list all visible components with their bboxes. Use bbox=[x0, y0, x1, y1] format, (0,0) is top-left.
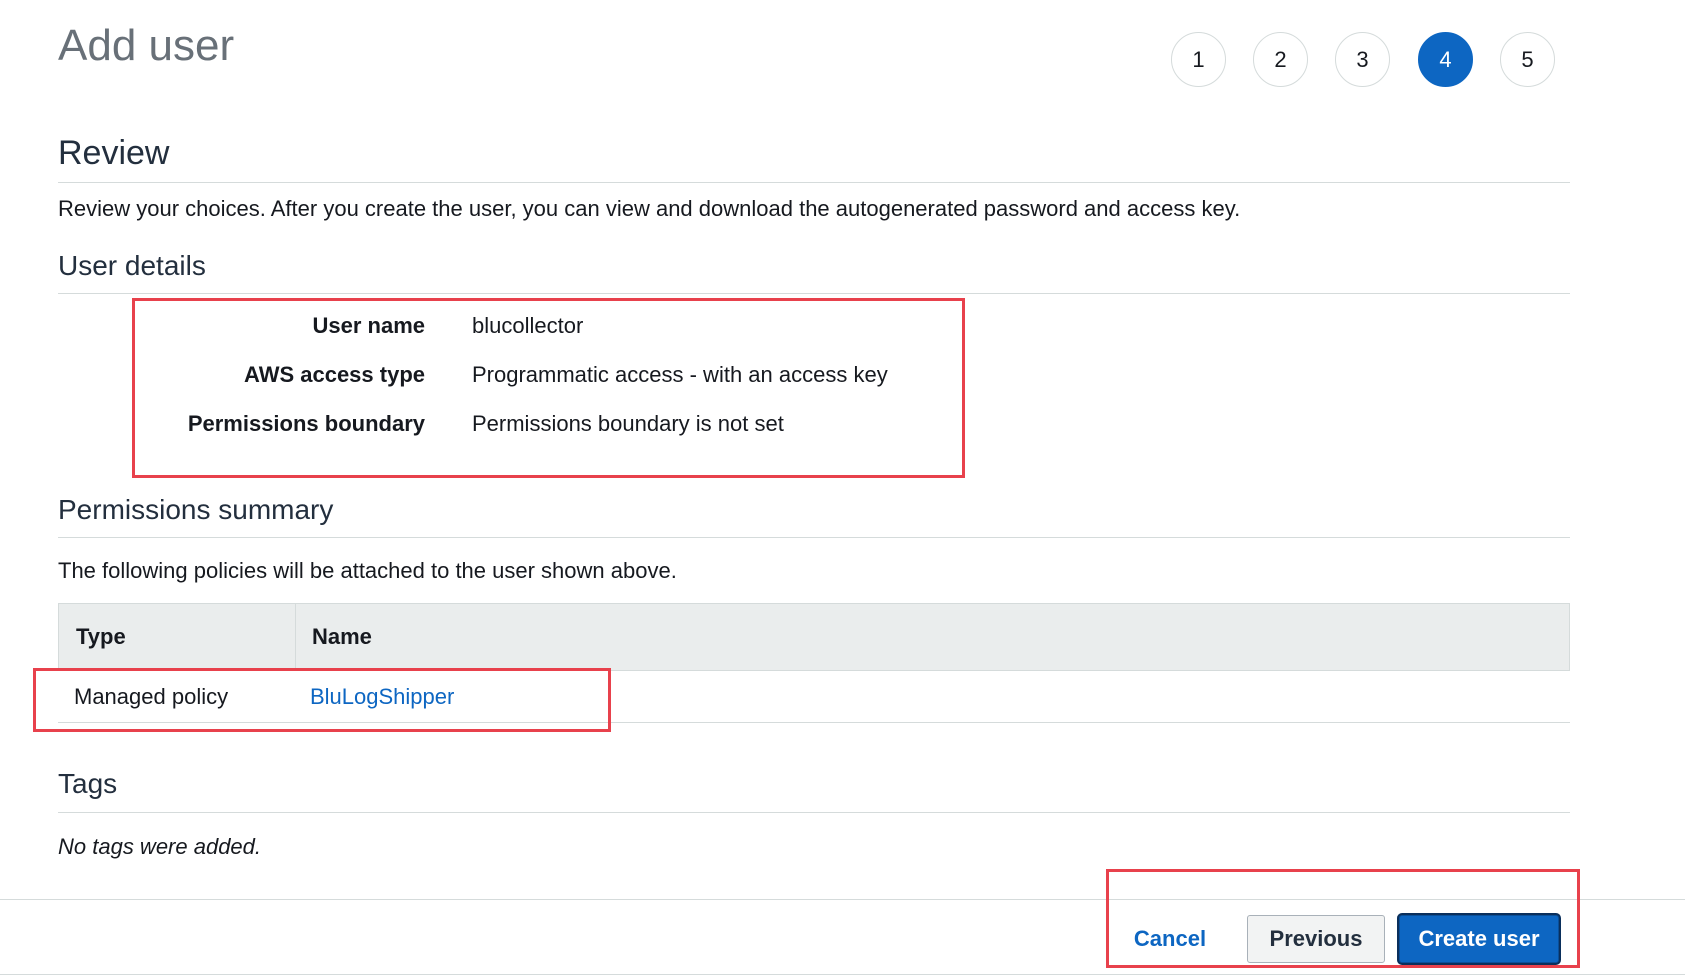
step-1[interactable]: 1 bbox=[1171, 32, 1226, 87]
step-5: 5 bbox=[1500, 32, 1555, 87]
divider bbox=[58, 182, 1570, 183]
column-header-name[interactable]: Name bbox=[312, 624, 372, 650]
column-header-type[interactable]: Type bbox=[76, 624, 126, 650]
divider bbox=[58, 537, 1570, 538]
divider bbox=[58, 812, 1570, 813]
footer-buttons-highlight bbox=[1106, 869, 1580, 968]
page-title: Add user bbox=[58, 21, 235, 70]
step-4-active: 4 bbox=[1418, 32, 1473, 87]
step-3[interactable]: 3 bbox=[1335, 32, 1390, 87]
user-details-heading: User details bbox=[58, 250, 206, 281]
step-2[interactable]: 2 bbox=[1253, 32, 1308, 87]
permissions-summary-heading: Permissions summary bbox=[58, 494, 334, 525]
footer-bottom-divider bbox=[0, 974, 1685, 975]
tags-heading: Tags bbox=[58, 768, 118, 799]
user-details-highlight bbox=[132, 298, 965, 478]
no-tags-text: No tags were added. bbox=[58, 834, 262, 859]
review-heading: Review bbox=[58, 134, 170, 172]
policy-row-highlight bbox=[33, 668, 611, 732]
permissions-description: The following policies will be attached … bbox=[58, 558, 677, 583]
policies-table-header: Type Name bbox=[58, 603, 1570, 671]
review-description: Review your choices. After you create th… bbox=[58, 196, 1241, 221]
divider bbox=[58, 293, 1570, 294]
column-divider bbox=[295, 604, 296, 670]
